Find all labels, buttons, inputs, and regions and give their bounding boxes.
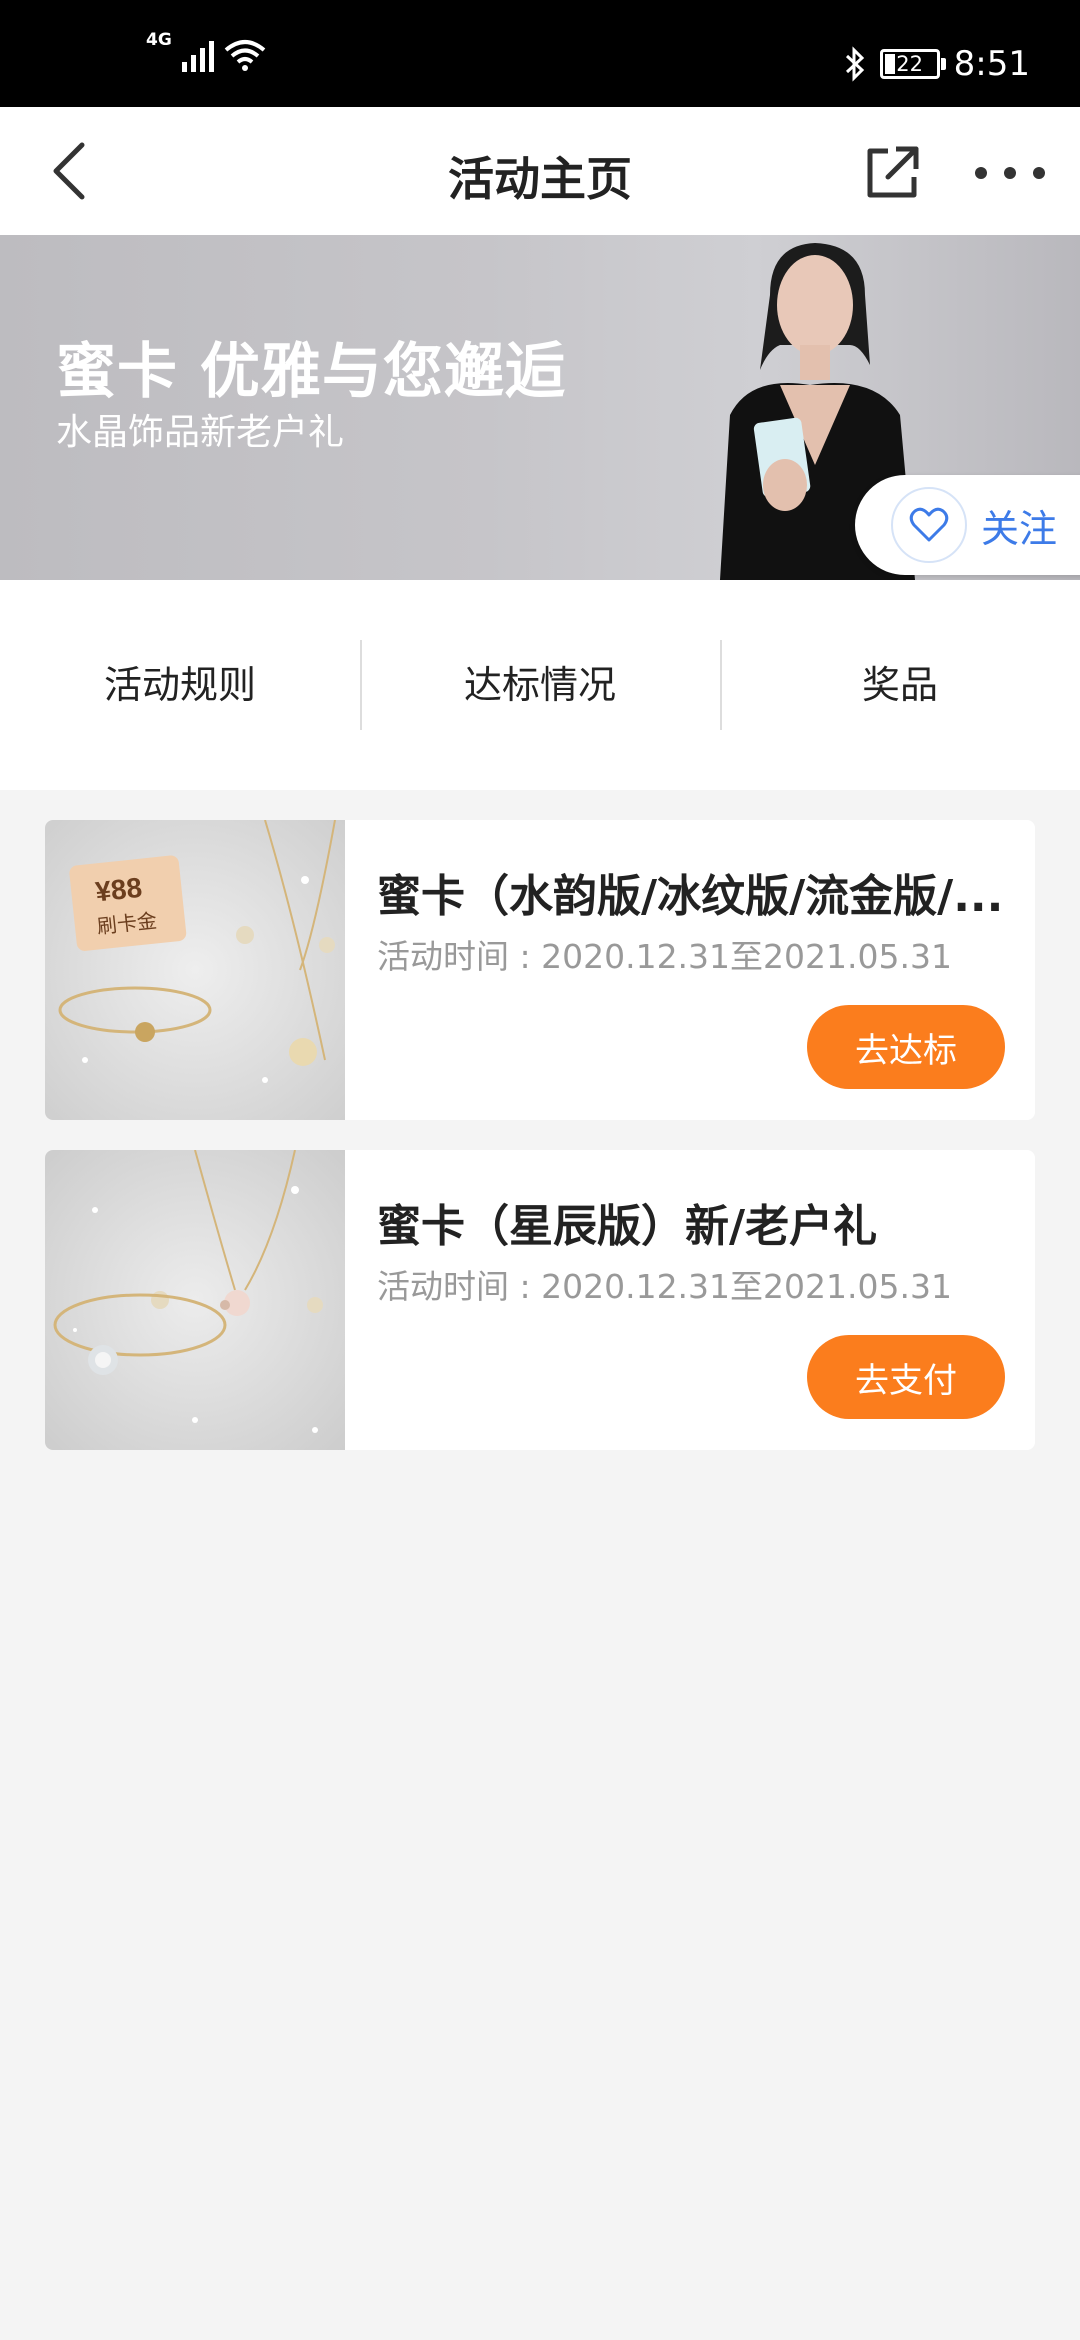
tab-prizes[interactable]: 奖品 [720, 640, 1080, 730]
status-bar: 4G 22 8:51 [0, 0, 1080, 107]
price-tag-value: ¥88 [94, 872, 144, 908]
tab-progress[interactable]: 达标情况 [360, 640, 720, 730]
status-left: 4G [146, 30, 266, 72]
more-dot-icon [1004, 167, 1016, 179]
battery-icon: 22 [879, 49, 946, 79]
tab-rules[interactable]: 活动规则 [0, 640, 360, 730]
activity-time: 活动时间 : 2020.12.31至2021.05.31 [377, 1267, 952, 1306]
jewelry-image: ¥88 刷卡金 [45, 820, 345, 1120]
pay-button[interactable]: 去支付 [807, 1335, 1005, 1419]
wifi-icon [224, 40, 266, 71]
more-dot-icon [1033, 167, 1045, 179]
clock: 8:51 [953, 44, 1030, 84]
more-button[interactable] [975, 143, 1045, 203]
reach-target-button[interactable]: 去达标 [807, 1005, 1005, 1089]
jewelry-image [45, 1150, 345, 1450]
status-right: 22 8:51 [844, 44, 1030, 84]
heart-icon [891, 487, 967, 563]
battery-fill [884, 54, 895, 74]
nav-bar: 活动主页 [0, 107, 1080, 235]
banner-subtitle: 水晶饰品新老户礼 [56, 412, 345, 453]
tab-bar: 活动规则 达标情况 奖品 [0, 580, 1080, 790]
battery-level: 22 [896, 52, 923, 76]
signal-icon [181, 36, 214, 72]
share-button[interactable] [862, 143, 922, 203]
follow-label: 关注 [981, 506, 1058, 551]
share-icon [867, 146, 919, 198]
activity-card[interactable]: ¥88 刷卡金 蜜卡（水韵版/冰纹版/流金版/... 活动时间 : 2020.1… [45, 820, 1035, 1120]
activity-title: 蜜卡（水韵版/冰纹版/流金版/... [377, 871, 1004, 922]
activity-time: 活动时间 : 2020.12.31至2021.05.31 [377, 937, 952, 976]
network-type: 4G [146, 30, 172, 50]
activity-card[interactable]: 蜜卡（星辰版）新/老户礼 活动时间 : 2020.12.31至2021.05.3… [45, 1150, 1035, 1450]
more-dot-icon [975, 167, 987, 179]
bluetooth-icon [845, 46, 864, 82]
promo-banner[interactable]: 蜜卡 优雅与您邂逅 水晶饰品新老户礼 关注 [0, 235, 1080, 580]
activity-title: 蜜卡（星辰版）新/老户礼 [377, 1201, 878, 1252]
follow-button[interactable]: 关注 [855, 475, 1080, 575]
banner-title: 蜜卡 优雅与您邂逅 [56, 337, 566, 407]
